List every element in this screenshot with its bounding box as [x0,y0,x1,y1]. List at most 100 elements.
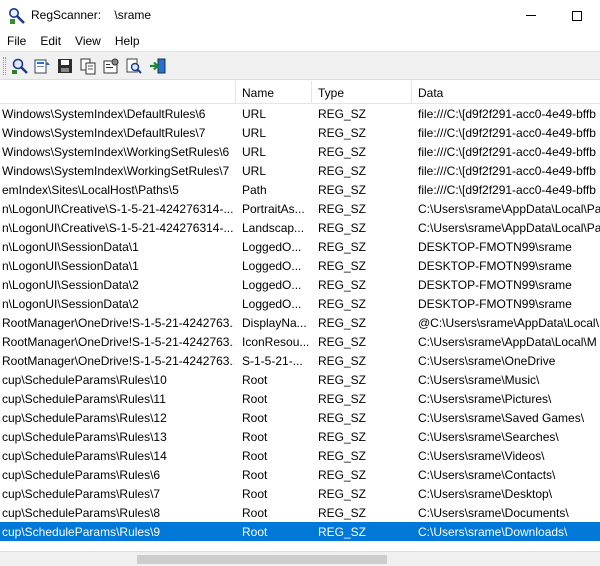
table-row[interactable]: n\LogonUI\SessionData\1 LoggedO... REG_SZ D… [0,256,600,275]
maximize-icon [572,10,582,21]
list-header: Name Type Data [0,81,600,104]
toolbar-grip [3,57,6,75]
cell-name: Path [242,183,267,197]
table-row[interactable]: cup\ScheduleParams\Rules\10 Root REG_SZ C:\… [0,370,600,389]
cell-name: Root [242,430,268,444]
cell-path: cup\ScheduleParams\Rules\13 [2,430,167,444]
table-row[interactable]: Windows\SystemIndex\DefaultRules\6 URL REG… [0,104,600,123]
horizontal-scrollbar[interactable] [0,551,600,566]
copy-button[interactable] [77,56,99,76]
table-row[interactable]: cup\ScheduleParams\Rules\7 Root REG_SZ C:\U… [0,484,600,503]
cell-name: DisplayNa... [242,316,307,330]
table-row[interactable]: Windows\SystemIndex\DefaultRules\7 URL REG… [0,123,600,142]
cell-type: REG_SZ [318,373,367,387]
table-row[interactable]: n\LogonUI\SessionData\2 LoggedO... REG_SZ D… [0,294,600,313]
find-icon [126,58,142,74]
cell-path: cup\ScheduleParams\Rules\10 [2,373,167,387]
cell-path: cup\ScheduleParams\Rules\11 [2,392,166,406]
table-row[interactable]: cup\ScheduleParams\Rules\8 Root REG_SZ C:\U… [0,503,600,522]
cell-data: C:\Users\srame\Contacts\ [418,468,556,482]
menu-bar: File Edit View Help [0,31,600,51]
table-row[interactable]: cup\ScheduleParams\Rules\12 Root REG_SZ C:\… [0,408,600,427]
cell-data: C:\Users\srame\AppData\Local\Pa [418,221,600,235]
exit-button[interactable] [147,56,169,76]
exit-icon [150,58,166,74]
cell-data: C:\Users\srame\AppData\Local\Pa [418,202,600,216]
menu-file[interactable]: File [0,31,33,51]
table-row[interactable]: Windows\SystemIndex\WorkingSetRules\6 URL… [0,142,600,161]
cell-name: URL [242,107,267,121]
table-row[interactable]: RootManager\OneDrive!S-1-5-21-4242763...… [0,332,600,351]
cell-data: C:\Users\srame\Desktop\ [418,487,553,501]
cell-data: DESKTOP-FMOTN99\srame [418,240,572,254]
cell-path: RootManager\OneDrive!S-1-5-21-4242763... [2,335,234,349]
cell-name: LoggedO... [242,278,302,292]
minimize-button[interactable] [508,0,554,31]
cell-type: REG_SZ [318,487,367,501]
cell-data: file:///C:\[d9f2f291-acc0-4e49-bffb [418,107,596,121]
cell-path: RootManager\OneDrive!S-1-5-21-4242763... [2,316,234,330]
cell-type: REG_SZ [318,506,367,520]
cell-path: n\LogonUI\SessionData\2 [2,278,139,292]
cell-type: REG_SZ [318,468,367,482]
minimize-icon [526,15,536,16]
cell-type: REG_SZ [318,411,367,425]
cell-name: Root [242,373,268,387]
cell-name: Root [242,449,268,463]
menu-edit[interactable]: Edit [33,31,68,51]
cell-data: DESKTOP-FMOTN99\srame [418,297,572,311]
cell-path: n\LogonUI\SessionData\1 [2,259,139,273]
menu-help[interactable]: Help [108,31,147,51]
column-header-name[interactable]: Name [236,81,312,104]
cell-name: URL [242,164,267,178]
maximize-button[interactable] [554,0,600,31]
cell-path: cup\ScheduleParams\Rules\9 [2,525,161,539]
cell-data: C:\Users\srame\OneDrive [418,354,556,368]
cell-data: DESKTOP-FMOTN99\srame [418,259,572,273]
table-row[interactable]: Windows\SystemIndex\WorkingSetRules\7 URL… [0,161,600,180]
cell-data: file:///C:\[d9f2f291-acc0-4e49-bffb [418,145,596,159]
cell-type: REG_SZ [318,145,367,159]
properties-button[interactable] [100,56,122,76]
table-row[interactable]: cup\ScheduleParams\Rules\11 Root REG_SZ C:\… [0,389,600,408]
table-row[interactable]: n\LogonUI\Creative\S-1-5-21-424276314-..… [0,199,600,218]
table-row[interactable]: cup\ScheduleParams\Rules\13 Root REG_SZ C:\… [0,427,600,446]
export-icon [34,59,50,74]
cell-path: cup\ScheduleParams\Rules\8 [2,506,161,520]
table-row[interactable]: n\LogonUI\SessionData\1 LoggedO... REG_SZ D… [0,237,600,256]
cell-path: RootManager\OneDrive!S-1-5-21-4242763... [2,354,234,368]
cell-name: S-1-5-21-... [242,354,303,368]
results-list[interactable]: Name Type Data Windows\SystemIndex\Defau… [0,81,600,566]
menu-view[interactable]: View [68,31,108,51]
cell-type: REG_SZ [318,107,367,121]
cell-name: LoggedO... [242,297,302,311]
table-row[interactable]: n\LogonUI\SessionData\2 LoggedO... REG_SZ D… [0,275,600,294]
table-row[interactable]: emIndex\Sites\LocalHost\Paths\5 Path REG_S… [0,180,600,199]
scan-icon [12,58,28,74]
export-button[interactable] [31,56,53,76]
cell-path: Windows\SystemIndex\DefaultRules\6 [2,107,206,121]
table-row[interactable]: RootManager\OneDrive!S-1-5-21-4242763...… [0,351,600,370]
save-button[interactable] [54,56,76,76]
title-bar[interactable]: RegScanner: \srame [0,0,600,31]
scrollbar-thumb[interactable] [137,555,387,564]
cell-type: REG_SZ [318,316,367,330]
cell-type: REG_SZ [318,259,367,273]
cell-type: REG_SZ [318,126,367,140]
table-row[interactable]: cup\ScheduleParams\Rules\9 Root REG_SZ C:\U… [0,522,600,541]
scan-button[interactable] [9,56,31,76]
cell-data: C:\Users\srame\Music\ [418,373,540,387]
cell-type: REG_SZ [318,221,367,235]
cell-path: Windows\SystemIndex\WorkingSetRules\7 [2,164,230,178]
cell-data: file:///C:\[d9f2f291-acc0-4e49-bffb [418,126,596,140]
cell-path: n\LogonUI\Creative\S-1-5-21-424276314-..… [2,221,234,235]
table-row[interactable]: RootManager\OneDrive!S-1-5-21-4242763...… [0,313,600,332]
table-row[interactable]: cup\ScheduleParams\Rules\6 Root REG_SZ C:\U… [0,465,600,484]
column-header-path[interactable] [0,81,236,104]
find-button[interactable] [123,56,145,76]
column-header-data[interactable]: Data [412,81,600,104]
table-row[interactable]: n\LogonUI\Creative\S-1-5-21-424276314-..… [0,218,600,237]
table-row[interactable]: cup\ScheduleParams\Rules\14 Root REG_SZ C:\… [0,446,600,465]
cell-name: URL [242,126,267,140]
column-header-type[interactable]: Type [312,81,412,104]
